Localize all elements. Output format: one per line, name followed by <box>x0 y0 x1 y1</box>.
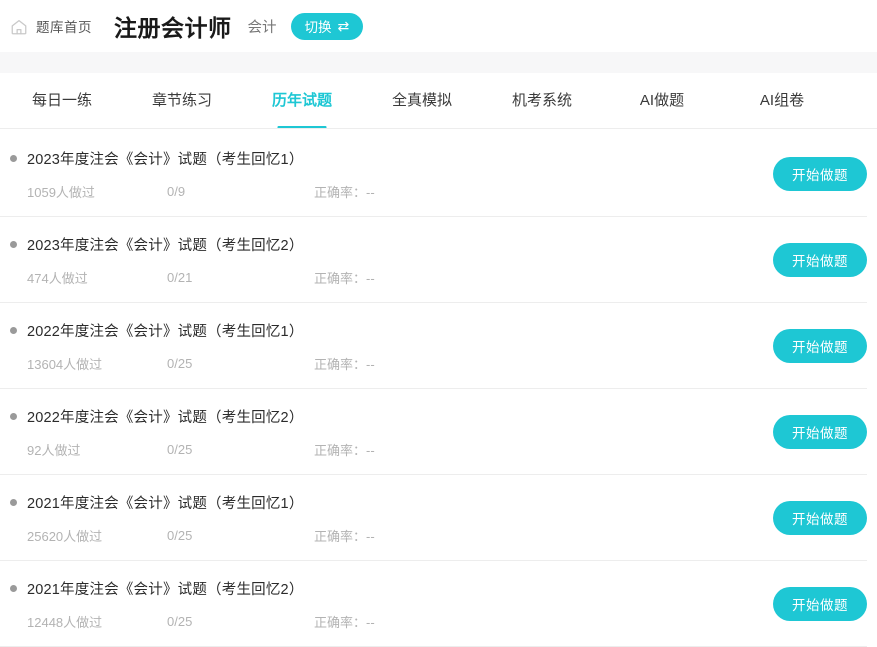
exam-title: 2023年度注会《会计》试题（考生回忆2） <box>27 234 304 255</box>
accuracy-rate: 正确率：-- <box>314 526 375 545</box>
exam-title: 2021年度注会《会计》试题（考生回忆2） <box>27 578 304 599</box>
tab-chapter-practice[interactable]: 章节练习 <box>122 73 242 129</box>
tab-bar: 每日一练 章节练习 历年试题 全真模拟 机考系统 AI做题 AI组卷 <box>0 73 877 131</box>
exam-title: 2021年度注会《会计》试题（考生回忆1） <box>27 492 304 513</box>
progress-count: 0/25 <box>167 614 314 629</box>
progress-count: 0/25 <box>167 356 314 371</box>
swap-arrows-icon: ⇄ <box>338 19 350 33</box>
start-exam-button[interactable]: 开始做题 <box>773 415 867 449</box>
start-exam-button[interactable]: 开始做题 <box>773 329 867 363</box>
tab-past-exams[interactable]: 历年试题 <box>242 73 362 129</box>
item-title-row: 2021年度注会《会计》试题（考生回忆2） <box>10 578 877 599</box>
item-title-row: 2022年度注会《会计》试题（考生回忆1） <box>10 320 877 341</box>
start-exam-button[interactable]: 开始做题 <box>773 587 867 621</box>
users-count: 1059人做过 <box>27 182 167 201</box>
item-title-row: 2023年度注会《会计》试题（考生回忆2） <box>10 234 877 255</box>
accuracy-rate: 正确率：-- <box>314 612 375 631</box>
bullet-icon <box>10 413 17 420</box>
switch-subject-button[interactable]: 切换 ⇄ <box>291 13 364 40</box>
list-item[interactable]: 2023年度注会《会计》试题（考生回忆2） 474人做过 0/21 正确率：--… <box>0 217 877 303</box>
exam-title: 2022年度注会《会计》试题（考生回忆1） <box>27 320 304 341</box>
tab-bar-divider <box>0 128 877 129</box>
page-title: 注册会计师 <box>114 9 232 43</box>
users-count: 474人做过 <box>27 268 167 287</box>
bullet-icon <box>10 155 17 162</box>
start-exam-button[interactable]: 开始做题 <box>773 157 867 191</box>
tab-ai-practice[interactable]: AI做题 <box>602 73 722 129</box>
users-count: 12448人做过 <box>27 612 167 631</box>
exam-list: 2023年度注会《会计》试题（考生回忆1） 1059人做过 0/9 正确率：--… <box>0 131 877 647</box>
item-title-row: 2023年度注会《会计》试题（考生回忆1） <box>10 148 877 169</box>
item-meta-row: 12448人做过 0/25 正确率：-- <box>10 612 877 631</box>
tab-list: 每日一练 章节练习 历年试题 全真模拟 机考系统 AI做题 AI组卷 <box>0 73 877 129</box>
list-item[interactable]: 2021年度注会《会计》试题（考生回忆2） 12448人做过 0/25 正确率：… <box>0 561 877 647</box>
home-link-label[interactable]: 题库首页 <box>36 16 92 36</box>
tab-label: AI组卷 <box>760 92 804 109</box>
subject-label: 会计 <box>248 16 277 37</box>
tab-label: AI做题 <box>640 92 684 109</box>
tab-label: 章节练习 <box>152 92 212 109</box>
progress-count: 0/9 <box>167 184 314 199</box>
item-meta-row: 25620人做过 0/25 正确率：-- <box>10 526 877 545</box>
header-divider-band <box>0 52 877 73</box>
list-item[interactable]: 2023年度注会《会计》试题（考生回忆1） 1059人做过 0/9 正确率：--… <box>0 131 877 217</box>
bullet-icon <box>10 585 17 592</box>
progress-count: 0/25 <box>167 528 314 543</box>
list-item[interactable]: 2022年度注会《会计》试题（考生回忆1） 13604人做过 0/25 正确率：… <box>0 303 877 389</box>
tab-label: 机考系统 <box>512 92 572 109</box>
bullet-icon <box>10 499 17 506</box>
tab-label: 每日一练 <box>32 92 92 109</box>
tab-label: 历年试题 <box>272 92 332 109</box>
users-count: 92人做过 <box>27 440 167 459</box>
progress-count: 0/21 <box>167 270 314 285</box>
home-icon[interactable] <box>10 18 28 36</box>
list-item[interactable]: 2022年度注会《会计》试题（考生回忆2） 92人做过 0/25 正确率：-- … <box>0 389 877 475</box>
accuracy-rate: 正确率：-- <box>314 354 375 373</box>
users-count: 25620人做过 <box>27 526 167 545</box>
item-meta-row: 13604人做过 0/25 正确率：-- <box>10 354 877 373</box>
exam-title: 2022年度注会《会计》试题（考生回忆2） <box>27 406 304 427</box>
list-item[interactable]: 2021年度注会《会计》试题（考生回忆1） 25620人做过 0/25 正确率：… <box>0 475 877 561</box>
progress-count: 0/25 <box>167 442 314 457</box>
tab-label: 全真模拟 <box>392 92 452 109</box>
accuracy-rate: 正确率：-- <box>314 268 375 287</box>
start-exam-button[interactable]: 开始做题 <box>773 501 867 535</box>
item-title-row: 2021年度注会《会计》试题（考生回忆1） <box>10 492 877 513</box>
exam-title: 2023年度注会《会计》试题（考生回忆1） <box>27 148 304 169</box>
start-exam-button[interactable]: 开始做题 <box>773 243 867 277</box>
tab-daily-practice[interactable]: 每日一练 <box>2 73 122 129</box>
bullet-icon <box>10 241 17 248</box>
item-meta-row: 474人做过 0/21 正确率：-- <box>10 268 877 287</box>
tab-ai-paper[interactable]: AI组卷 <box>722 73 842 129</box>
accuracy-rate: 正确率：-- <box>314 440 375 459</box>
item-meta-row: 1059人做过 0/9 正确率：-- <box>10 182 877 201</box>
tab-full-simulation[interactable]: 全真模拟 <box>362 73 482 129</box>
switch-button-label: 切换 <box>305 16 332 36</box>
item-meta-row: 92人做过 0/25 正确率：-- <box>10 440 877 459</box>
bullet-icon <box>10 327 17 334</box>
page-header: 题库首页 注册会计师 会计 切换 ⇄ <box>0 0 877 52</box>
tab-computer-exam-system[interactable]: 机考系统 <box>482 73 602 129</box>
item-title-row: 2022年度注会《会计》试题（考生回忆2） <box>10 406 877 427</box>
accuracy-rate: 正确率：-- <box>314 182 375 201</box>
users-count: 13604人做过 <box>27 354 167 373</box>
